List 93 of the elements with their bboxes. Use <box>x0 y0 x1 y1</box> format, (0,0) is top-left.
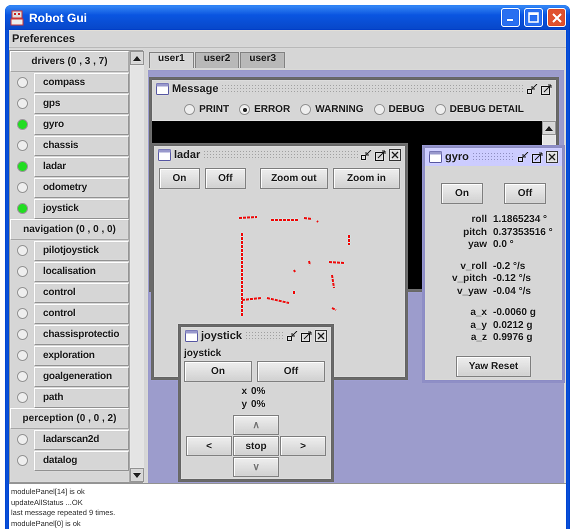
tab[interactable]: user1 <box>149 52 194 68</box>
reading-label: v_pitch <box>450 273 487 286</box>
window-icon <box>156 83 169 95</box>
window-title: Message <box>172 83 218 95</box>
on-button[interactable]: On <box>441 183 483 204</box>
window-icon <box>185 330 198 342</box>
iconify-icon[interactable] <box>518 152 529 162</box>
module-button[interactable]: compass <box>34 72 129 92</box>
scroll-up-icon[interactable] <box>130 51 144 65</box>
window-title: ladar <box>174 149 200 161</box>
window-title: Robot Gui <box>29 10 87 24</box>
module-button[interactable]: pilotjoystick <box>34 240 129 260</box>
module-button[interactable]: localisation <box>34 262 129 282</box>
iconify-icon[interactable] <box>361 150 372 160</box>
group-header[interactable]: navigation (0 , 0 , 0) <box>10 219 129 240</box>
right-button[interactable]: > <box>280 436 326 456</box>
off-button[interactable]: Off <box>257 361 325 382</box>
group-header[interactable]: perception (0 , 0 , 2) <box>10 408 129 429</box>
close-button[interactable] <box>315 330 327 342</box>
reading-label: roll <box>470 214 487 226</box>
close-button[interactable] <box>389 149 401 161</box>
maximize-icon[interactable] <box>541 84 552 94</box>
module-button[interactable]: control <box>34 282 129 302</box>
reading-value: 0% <box>251 385 266 398</box>
module-button[interactable]: control <box>34 304 129 324</box>
close-icon <box>552 12 562 22</box>
on-button[interactable]: On <box>159 168 200 189</box>
module-button[interactable]: ladar <box>34 156 129 176</box>
scroll-up-icon[interactable] <box>542 121 556 135</box>
reading-value: -0.2 °/s <box>493 260 526 273</box>
level-radio[interactable]: DEBUG <box>374 104 425 115</box>
scroll-down-icon[interactable] <box>130 468 144 482</box>
reading-label: a_y <box>469 320 487 332</box>
reading-value: 0.9976 g <box>493 332 534 344</box>
left-button[interactable]: < <box>186 436 232 456</box>
minimize-button[interactable] <box>501 8 520 27</box>
reading-label: yaw <box>467 239 487 252</box>
module-button[interactable]: chassis <box>34 136 129 156</box>
window-title: gyro <box>445 151 469 163</box>
module-button[interactable]: ladarscan2d <box>34 430 129 450</box>
maximize-icon[interactable] <box>301 330 312 342</box>
reading-label: v_roll <box>459 260 487 273</box>
panel-label: joystick <box>182 347 222 360</box>
reading-label: pitch <box>462 226 487 239</box>
reading-label: a_z <box>470 332 487 344</box>
module-button[interactable]: chassisprotectio <box>34 324 129 344</box>
reading-label: y <box>240 398 247 411</box>
close-button[interactable] <box>546 151 558 163</box>
off-button[interactable]: Off <box>204 168 246 189</box>
stop-button[interactable]: stop <box>233 436 279 456</box>
module-button[interactable]: gps <box>34 94 129 114</box>
module-button[interactable]: gyro <box>34 114 129 134</box>
on-button[interactable]: On <box>184 361 252 382</box>
window-icon <box>429 151 442 163</box>
tab[interactable]: user2 <box>194 52 240 68</box>
reading-value: 1.1865234 ° <box>493 214 548 226</box>
module-button[interactable]: datalog <box>34 450 129 470</box>
maximize-icon[interactable] <box>375 150 386 160</box>
window-title: joystick <box>201 330 242 342</box>
reading-value: -0.0060 g <box>493 307 537 320</box>
group-header[interactable]: drivers (0 , 3 , 7) <box>10 51 129 72</box>
off-button[interactable]: Off <box>504 183 546 204</box>
module-button[interactable]: path <box>34 388 129 408</box>
level-radio[interactable]: WARNING <box>300 104 364 115</box>
reading-value: 0% <box>251 398 266 411</box>
reading-label: x <box>240 385 247 398</box>
level-radio[interactable]: ERROR <box>239 104 290 115</box>
zoom-in-button[interactable]: Zoom in <box>332 168 400 189</box>
scrollbar[interactable] <box>129 51 144 482</box>
level-radio[interactable]: PRINT <box>184 104 230 115</box>
zoom-out-button[interactable]: Zoom out <box>260 168 328 189</box>
maximize-icon <box>528 12 539 23</box>
reading-value: -0.12 °/s <box>493 273 532 286</box>
reading-value: 0.0 ° <box>493 239 515 252</box>
module-button[interactable]: joystick <box>34 198 129 218</box>
reading-label: v_yaw <box>456 286 487 298</box>
yaw-reset-button[interactable]: Yaw Reset <box>456 356 531 376</box>
module-button[interactable]: goalgeneration <box>34 366 129 386</box>
reading-value: -0.04 °/s <box>493 286 532 298</box>
iconify-icon[interactable] <box>287 330 298 342</box>
reading-value: 0.37353516 ° <box>493 226 554 239</box>
reading-value: 0.0212 g <box>493 320 534 332</box>
maximize-icon[interactable] <box>532 152 543 162</box>
module-button[interactable]: odometry <box>34 178 129 198</box>
window-icon <box>158 149 171 161</box>
robot-icon <box>9 10 25 26</box>
module-button[interactable]: exploration <box>34 346 129 366</box>
level-radio[interactable]: DEBUG DETAIL <box>434 104 524 115</box>
reading-label: a_x <box>469 307 487 320</box>
maximize-button[interactable] <box>524 8 543 27</box>
menu-item[interactable]: Preferences <box>12 32 75 44</box>
tab[interactable]: user3 <box>240 52 286 68</box>
iconify-icon[interactable] <box>527 84 538 94</box>
